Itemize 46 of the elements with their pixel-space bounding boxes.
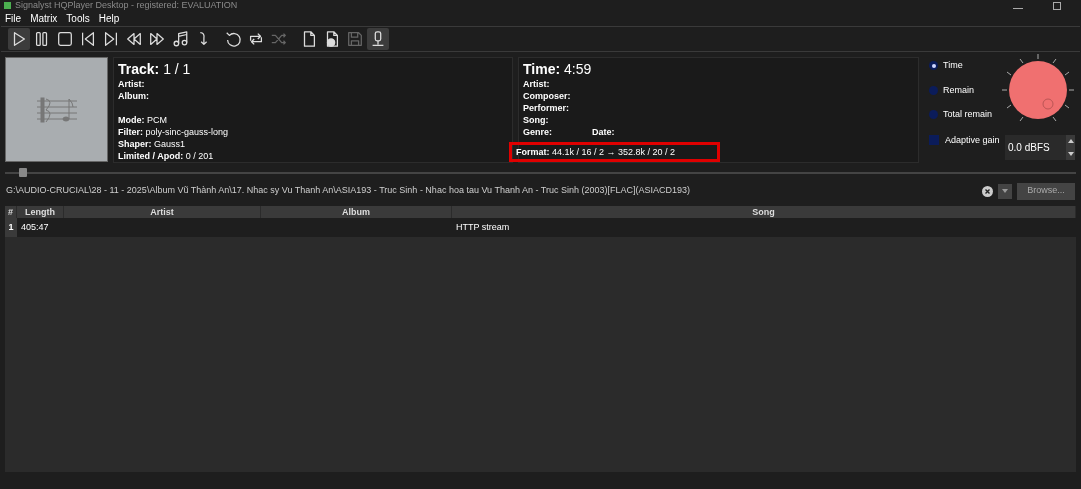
info-line: Shaper: Gauss1 xyxy=(118,138,187,150)
table-cell: 1 xyxy=(5,218,17,237)
dropdown-button[interactable] xyxy=(998,183,1012,199)
checkbox[interactable] xyxy=(929,135,939,146)
radio-button[interactable] xyxy=(929,85,938,95)
time-heading: Time: 4:59 xyxy=(523,60,593,78)
menu-item[interactable]: Matrix xyxy=(30,11,58,26)
info-line: Performer: xyxy=(523,102,570,114)
clear-icon[interactable] xyxy=(982,185,993,197)
info-line: Limited / Apod: 0 / 201 xyxy=(118,150,215,162)
menu-item[interactable]: Help xyxy=(98,11,120,26)
maximize-button[interactable] xyxy=(1053,1,1061,10)
info-line: Album: xyxy=(118,90,150,102)
info-line: Composer: xyxy=(523,90,572,102)
slider-thumb[interactable] xyxy=(18,168,27,177)
radio-label: Remain xyxy=(943,83,974,97)
menu-item[interactable]: File xyxy=(5,11,22,26)
genre-label: Genre: xyxy=(523,126,552,138)
format-line: Format: 44.1k / 16 / 2 → 352.8k / 20 / 2 xyxy=(516,146,676,158)
table-row[interactable]: 1 405:47 HTTP stream xyxy=(5,218,1076,237)
info-line: Artist: xyxy=(523,78,551,90)
window-title: Signalyst HQPlayer Desktop - registered: EVALUATION xyxy=(15,0,238,11)
spin-buttons[interactable] xyxy=(1066,135,1075,160)
info-line: Filter: poly-sinc-gauss-long xyxy=(118,126,230,138)
table-cell-text: HTTP stream xyxy=(455,220,511,234)
volume-field[interactable]: 0.0 dBFS xyxy=(1005,135,1066,160)
radio-label: Time xyxy=(943,59,963,72)
track-heading: Track: 1 / 1 xyxy=(118,60,192,78)
radio-button[interactable] xyxy=(929,61,938,71)
info-line: Artist: xyxy=(118,78,146,90)
table-cell-text: 405:47 xyxy=(20,220,50,234)
app-logo-icon xyxy=(4,2,11,9)
music-clef-icon xyxy=(34,94,79,125)
checkbox-label: Adaptive gain xyxy=(945,133,1000,147)
date-label: Date: xyxy=(592,126,615,138)
info-line: Song: xyxy=(523,114,550,126)
radio-label: Total remain xyxy=(943,108,993,121)
position-slider[interactable] xyxy=(5,167,1076,178)
menu-item[interactable]: Tools xyxy=(66,11,90,26)
path-field[interactable]: G:\AUDIO-CRUCIAL\28 - 11 - 2025\Album Vũ Thành An\17. Nhac sy Vu Thanh An\ASIA193 - Truc Sinh - Nhac hoa tau Vu Thanh An - Truc Sinh (2003)[FLAC](ASIACD193) xyxy=(6,184,977,198)
radio-button[interactable] xyxy=(929,110,938,120)
info-line: Mode: PCM xyxy=(118,114,168,126)
browse-button[interactable]: Browse... xyxy=(1017,182,1075,200)
up-arrow-icon[interactable] xyxy=(1067,139,1074,144)
caret-icon[interactable] xyxy=(1002,189,1008,193)
down-arrow-icon[interactable] xyxy=(1067,151,1074,156)
